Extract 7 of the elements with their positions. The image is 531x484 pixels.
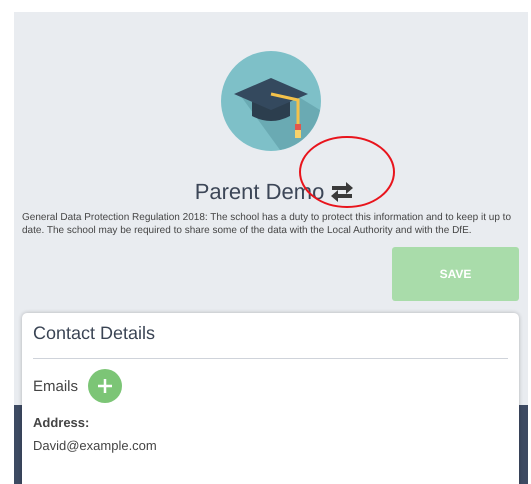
emails-label: Emails — [33, 378, 78, 394]
gdpr-notice: General Data Protection Regulation 2018: The school has a duty to protect this information and to keep it up to date. The school may be required to share some of the data with the Local Authority and with the DfE. — [22, 211, 512, 237]
address-label: Address: — [33, 415, 90, 430]
address-value: David@example.com — [33, 438, 158, 453]
card-title: Contact Details — [33, 323, 156, 344]
swap-icon[interactable] — [330, 181, 354, 203]
graduation-cap-icon — [220, 50, 322, 152]
